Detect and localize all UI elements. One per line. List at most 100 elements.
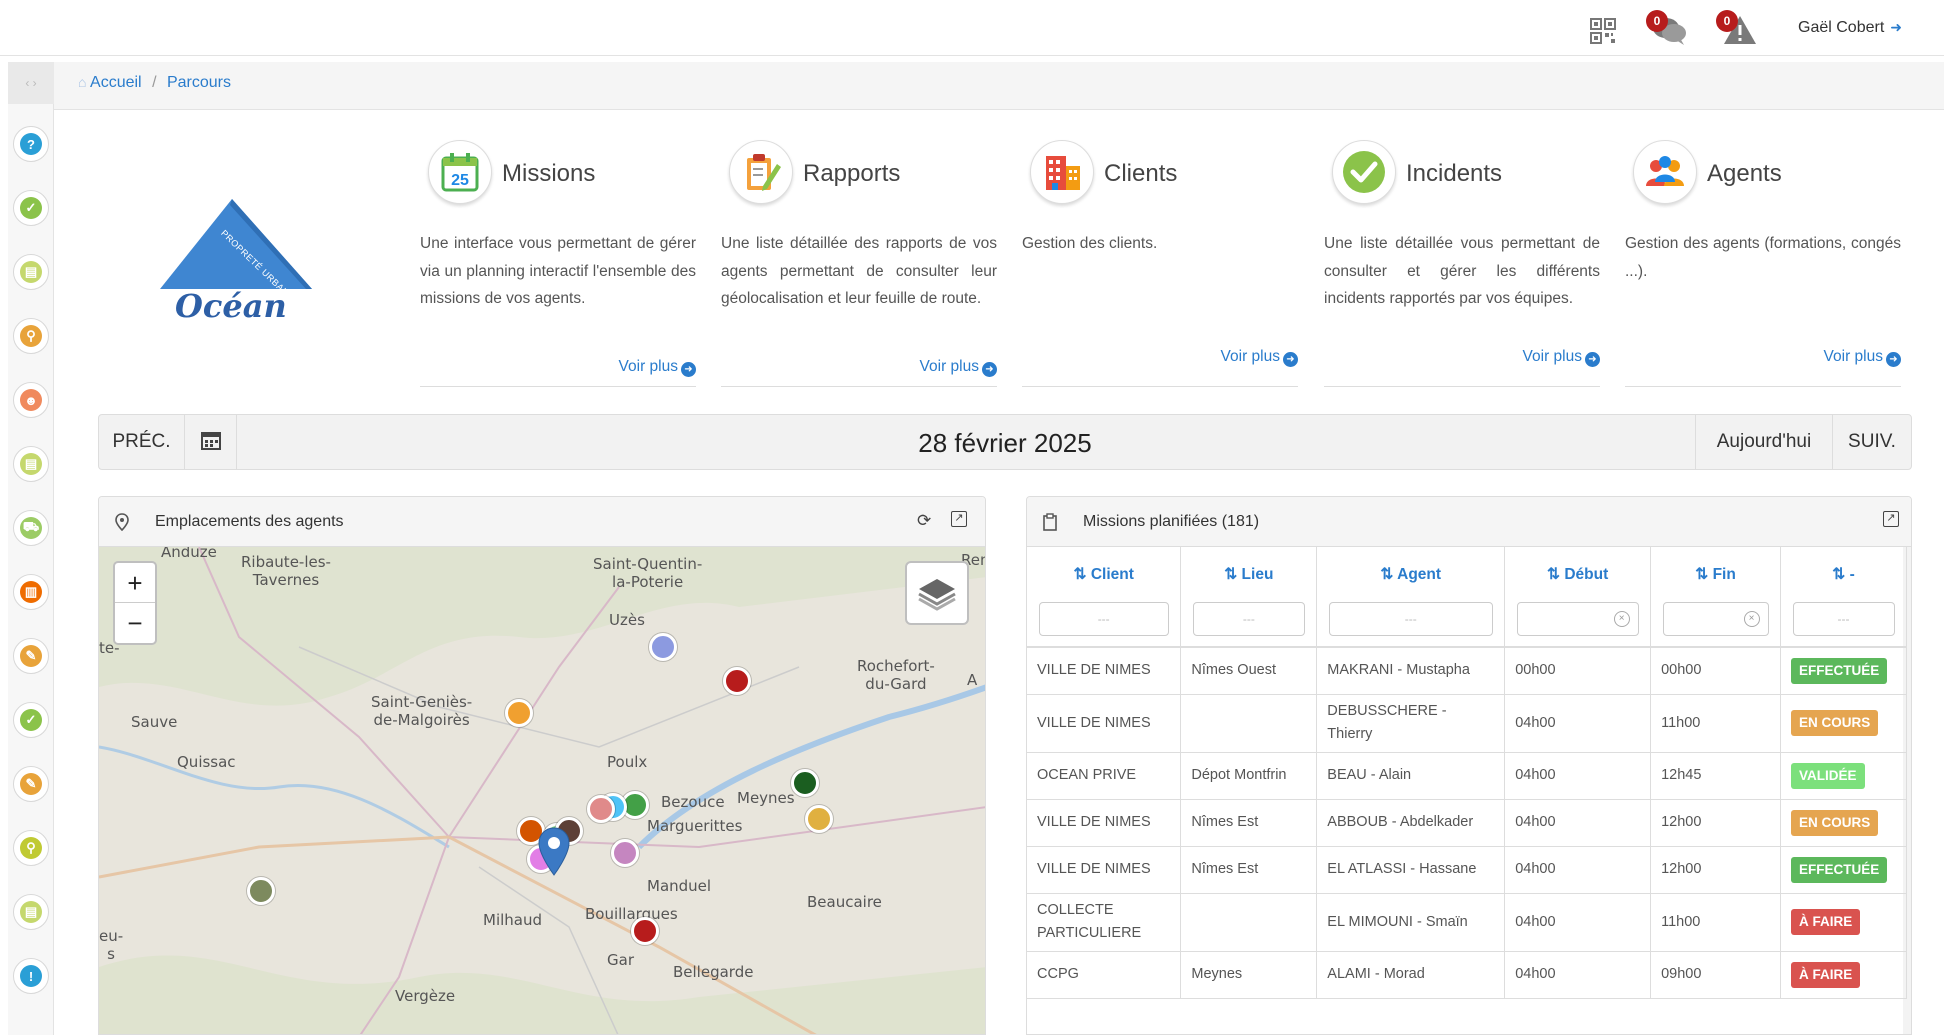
sidebar-item[interactable]: ✓ — [13, 702, 49, 738]
divider — [721, 386, 997, 387]
filter-placeholder: --- — [1097, 612, 1110, 626]
column-header[interactable]: ⇅ Client --- — [1027, 547, 1182, 648]
agent-marker[interactable] — [505, 699, 533, 727]
user-menu[interactable]: Gaël Cobert ➜ — [1798, 19, 1902, 37]
feature-title[interactable]: Agents — [1707, 160, 1782, 188]
sort-icon[interactable]: ⇅ — [1224, 566, 1241, 583]
column-header[interactable]: ⇅ Début × — [1504, 547, 1652, 648]
sort-icon[interactable]: ⇅ — [1380, 566, 1397, 583]
status-badge: À FAIRE — [1791, 961, 1861, 988]
qr-code-icon[interactable] — [1590, 18, 1616, 44]
expand-icon[interactable]: ↗ — [951, 511, 967, 527]
messages-notification[interactable]: 0 — [1646, 10, 1690, 46]
sidebar-item[interactable]: ▥ — [13, 574, 49, 610]
layers-button[interactable] — [905, 561, 969, 625]
alerts-notification[interactable]: 0 — [1716, 10, 1760, 46]
sidebar-toggle[interactable]: ‹ › — [8, 62, 54, 104]
sort-icon[interactable]: ⇅ — [1695, 566, 1712, 583]
agent-marker[interactable] — [631, 917, 659, 945]
agent-marker[interactable] — [791, 769, 819, 797]
clear-icon[interactable]: × — [1743, 611, 1760, 627]
voir-plus-link[interactable]: Voir plus ➜ — [1221, 348, 1298, 367]
agents-map[interactable]: Anduze Ribaute-les- Tavernes Saint-Quentin… — [99, 547, 985, 1034]
refresh-icon[interactable]: ⟳ — [917, 511, 931, 531]
feature-title[interactable]: Incidents — [1406, 160, 1502, 188]
agent-marker[interactable] — [649, 633, 677, 661]
cell-agent: EL MIMOUNI - Smaïn — [1316, 893, 1506, 952]
sidebar-item[interactable]: ▤ — [13, 254, 49, 290]
sidebar-item[interactable]: ✎ — [13, 766, 49, 802]
check-circle-icon[interactable] — [1332, 140, 1396, 204]
agent-marker[interactable] — [723, 667, 751, 695]
breadcrumb-home[interactable]: Accueil — [90, 74, 142, 91]
column-filter-input[interactable]: × — [1662, 602, 1769, 636]
prev-button[interactable]: PRÉC. — [99, 415, 185, 469]
sidebar-item[interactable]: ▤ — [13, 446, 49, 482]
agent-marker[interactable] — [587, 795, 615, 823]
sidebar: ‹ › ? ✓ ▤ ⚲ ☻ ▤ ⛟ ▥ ✎ ✓ ✎ ⚲ ▤! — [8, 62, 54, 1035]
sidebar-item[interactable]: ? — [13, 126, 49, 162]
calendar-icon[interactable]: 25 — [428, 140, 492, 204]
agent-marker[interactable] — [611, 839, 639, 867]
column-filter-input[interactable]: --- — [1792, 602, 1895, 636]
help-icon: ? — [20, 133, 42, 155]
voir-plus-link[interactable]: Voir plus ➜ — [619, 358, 696, 377]
map-place-label: Meynes — [737, 789, 795, 807]
column-header[interactable]: ⇅ - --- — [1780, 547, 1907, 648]
table-row[interactable]: VILLE DE NIMES Nîmes Est EL ATLASSI - Hass… — [1027, 846, 1907, 894]
column-filter-input[interactable]: --- — [1328, 602, 1493, 636]
column-filter-input[interactable]: --- — [1192, 602, 1305, 636]
divider — [1022, 386, 1298, 387]
sidebar-item[interactable]: ✎ — [13, 638, 49, 674]
column-label: Fin — [1712, 566, 1736, 583]
sidebar-item[interactable]: ☻ — [13, 382, 49, 418]
table-row[interactable]: OCEAN PRIVE Dépot Montfrin BEAU - Alain 04h… — [1027, 752, 1907, 800]
today-button[interactable]: Aujourd'hui — [1695, 415, 1833, 469]
voir-plus-link[interactable]: Voir plus ➜ — [1824, 348, 1901, 367]
sidebar-item[interactable]: ⛟ — [13, 510, 49, 546]
table-row[interactable]: COLLECTE PARTICULIERE EL MIMOUNI - Smaïn 0… — [1027, 893, 1907, 952]
column-label: - — [1849, 566, 1855, 583]
table-row[interactable]: CCPG Meynes ALAMI - Morad 04h00 09h00 À FAIRE — [1027, 951, 1907, 999]
breadcrumb-current[interactable]: Parcours — [167, 74, 231, 91]
column-header[interactable]: ⇅ Fin × — [1650, 547, 1782, 648]
zoom-out-button[interactable]: − — [115, 603, 155, 643]
column-header[interactable]: ⇅ Lieu --- — [1180, 547, 1318, 648]
logout-icon[interactable]: ➜ — [1890, 19, 1902, 35]
calendar-button[interactable] — [185, 415, 237, 469]
feature-title[interactable]: Clients — [1104, 160, 1177, 188]
map-place-label: Bellegarde — [673, 963, 754, 981]
divider — [420, 386, 696, 387]
sidebar-item[interactable]: ! — [13, 958, 49, 994]
building-icon[interactable] — [1030, 140, 1094, 204]
sort-icon[interactable]: ⇅ — [1074, 566, 1091, 583]
zoom-in-button[interactable]: + — [115, 563, 155, 603]
sidebar-item[interactable]: ⚲ — [13, 830, 49, 866]
column-filter-input[interactable]: × — [1516, 602, 1639, 636]
voir-plus-link[interactable]: Voir plus ➜ — [1523, 348, 1600, 367]
sort-icon[interactable]: ⇅ — [1547, 566, 1564, 583]
feature-title[interactable]: Missions — [502, 160, 595, 188]
expand-icon[interactable]: ↗ — [1883, 511, 1899, 527]
table-row[interactable]: VILLE DE NIMES Nîmes Est ABBOUB - Abdelkad… — [1027, 799, 1907, 847]
clipboard-pen-icon[interactable] — [729, 140, 793, 204]
agent-marker[interactable] — [247, 877, 275, 905]
column-filter-input[interactable]: --- — [1038, 602, 1169, 636]
arrow-right-icon: ➜ — [982, 362, 997, 377]
table-row[interactable]: VILLE DE NIMES DEBUSSCHERE - Thierry 04h00… — [1027, 694, 1907, 753]
table-row[interactable]: VILLE DE NIMES Nîmes Ouest MAKRANI - Musta… — [1027, 647, 1907, 695]
voir-plus-link[interactable]: Voir plus ➜ — [920, 358, 997, 377]
sidebar-item[interactable]: ⚲ — [13, 318, 49, 354]
users-icon[interactable] — [1633, 140, 1697, 204]
breadcrumb: ⌂ Accueil / Parcours — [54, 62, 1944, 110]
sidebar-item[interactable]: ▤ — [13, 894, 49, 930]
sort-icon[interactable]: ⇅ — [1832, 566, 1849, 583]
voir-plus-label: Voir plus — [919, 358, 979, 375]
clear-icon[interactable]: × — [1613, 611, 1630, 627]
column-header[interactable]: ⇅ Agent --- — [1316, 547, 1506, 648]
next-button[interactable]: SUIV. — [1833, 415, 1911, 469]
location-pin-icon[interactable] — [537, 827, 571, 877]
feature-title[interactable]: Rapports — [803, 160, 900, 188]
agent-marker[interactable] — [805, 805, 833, 833]
sidebar-item[interactable]: ✓ — [13, 190, 49, 226]
